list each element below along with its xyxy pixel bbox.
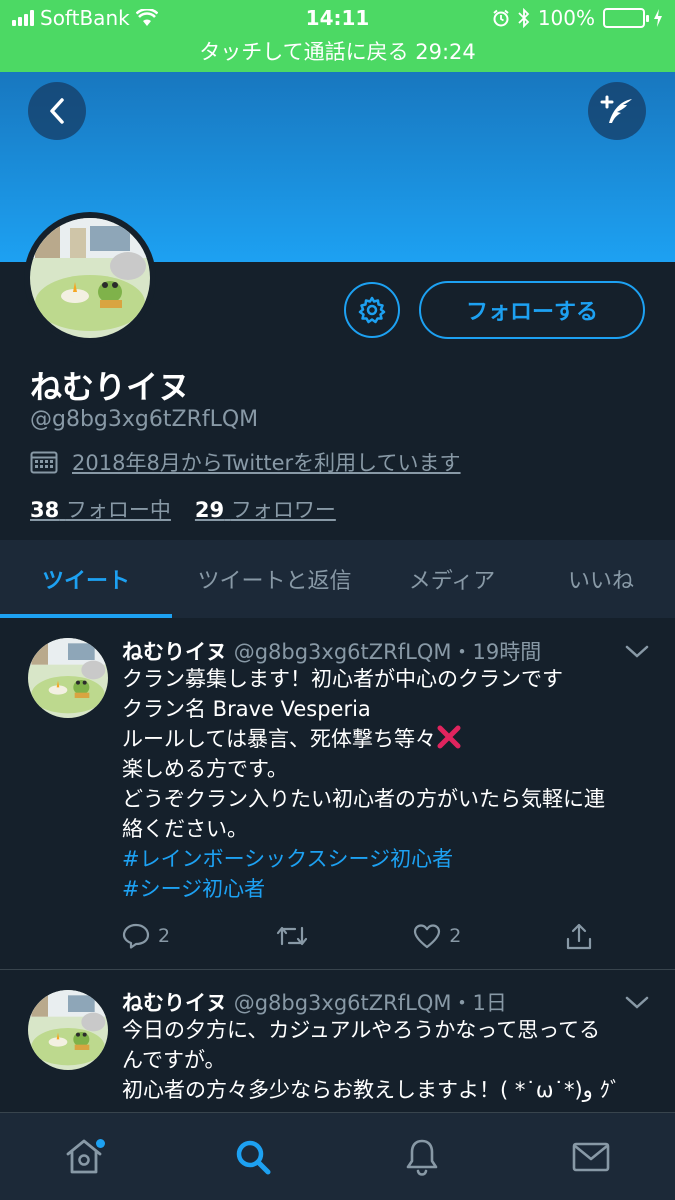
charging-icon [654, 9, 662, 27]
tab-media[interactable]: メディア [377, 540, 527, 618]
tweet-avatar[interactable] [28, 990, 108, 1070]
avatar-image [30, 218, 150, 338]
profile-tabs: ツイート ツイートと返信 メディア いいね [0, 540, 675, 618]
compose-feather-icon [600, 95, 632, 123]
bluetooth-icon [518, 8, 530, 28]
tweet[interactable]: ねむりイヌ @g8bg3xg6tZRfLQM・19時間 クラン募集します！初心者… [0, 618, 675, 970]
following-link[interactable]: 38 フォロー中 [30, 494, 171, 524]
bell-icon [406, 1139, 438, 1176]
status-right: 100% [492, 6, 663, 30]
tweet-actions: 2 2 [122, 922, 592, 950]
cross-mark-icon [437, 725, 461, 749]
search-icon [236, 1140, 271, 1174]
tweet-avatar[interactable] [28, 638, 108, 718]
tweet-line-text: ルールしては暴言、死体撃ち等々 [122, 727, 436, 751]
tweet-line: 楽しめる方です。 [122, 757, 288, 781]
follow-button[interactable]: フォローする [419, 281, 645, 339]
avatar[interactable] [30, 218, 150, 338]
join-date-text: 2018年8月からTwitterを利用しています [72, 451, 461, 475]
battery-percent: 100% [537, 6, 595, 30]
nav-messages[interactable] [506, 1113, 675, 1200]
tweet-meta: @g8bg3xg6tZRfLQM・19時間 [233, 640, 542, 664]
tweet-line: んですが。 [122, 1048, 226, 1072]
tweet-meta: @g8bg3xg6tZRfLQM・1日 [233, 991, 507, 1015]
tweet-line: クラン募集します！初心者が中心のクランです [122, 667, 563, 691]
followers-link[interactable]: 29 フォロワー [195, 494, 336, 524]
compose-tweet-button[interactable] [588, 82, 646, 140]
tab-likes[interactable]: いいね [527, 540, 675, 618]
join-date: 2018年8月からTwitterを利用しています [30, 447, 461, 477]
reply-count: 2 [158, 925, 171, 947]
share-button[interactable] [566, 922, 592, 950]
tweet[interactable]: ねむりイヌ @g8bg3xg6tZRfLQM・1日 今日の夕方に、カジュアルやろ… [0, 970, 675, 1112]
back-button[interactable] [28, 82, 86, 140]
retweet-button[interactable] [275, 924, 309, 948]
retweet-icon [276, 926, 307, 946]
like-count: 2 [449, 925, 462, 947]
tweet-line: 絡ください。 [122, 817, 248, 841]
follow-stats: 38 フォロー中 29 フォロワー [30, 494, 336, 524]
chevron-down-icon[interactable] [624, 995, 650, 1011]
gear-icon [358, 296, 386, 324]
tweet-author-name: ねむりイヌ [122, 640, 227, 664]
tweet-line: 初心者の方々多少ならお教えしますよ！( *˙ω˙*)و ｸﾞ [122, 1078, 621, 1102]
tab-tweets-and-replies[interactable]: ツイートと返信 [172, 540, 377, 618]
return-to-call-banner[interactable]: タッチして通話に戻る 29:24 [0, 36, 675, 72]
like-button[interactable]: 2 [413, 923, 461, 949]
mail-icon [572, 1142, 609, 1171]
tweet-text: 今日の夕方に、カジュアルやろうかなって思ってる んですが。 初心者の方々多少なら… [122, 1015, 652, 1105]
tweet-header: ねむりイヌ @g8bg3xg6tZRfLQM・1日 [122, 987, 507, 1017]
tweet-author-name: ねむりイヌ [122, 991, 227, 1015]
tweet-line: 今日の夕方に、カジュアルやろうかなって思ってる [122, 1018, 601, 1042]
calendar-icon [30, 451, 58, 474]
bottom-nav [0, 1112, 675, 1200]
notification-dot [96, 1139, 105, 1148]
status-bar: SoftBank 14:11 100% [0, 0, 675, 36]
tweet-line: クラン名 Brave Vesperia [122, 697, 371, 721]
followers-count: 29 [194, 498, 225, 522]
settings-button[interactable] [344, 282, 400, 338]
chevron-down-icon[interactable] [624, 644, 650, 660]
avatar-image [28, 990, 108, 1070]
tab-tweets[interactable]: ツイート [0, 540, 172, 618]
tweet-header: ねむりイヌ @g8bg3xg6tZRfLQM・19時間 [122, 636, 541, 666]
tweet-line: どうぞクラン入りたい初心者の方がいたら気軽に連 [122, 787, 605, 811]
avatar-image [28, 638, 108, 718]
following-label: フォロー中 [65, 498, 171, 522]
hashtag-link[interactable]: #レインボーシックスシージ初心者 [122, 844, 652, 874]
reply-icon [122, 923, 150, 949]
followers-label: フォロワー [230, 498, 336, 522]
share-icon [566, 923, 592, 950]
tweet-line: ルールしては暴言、死体撃ち等々 [122, 724, 652, 754]
display-name: ねむりイヌ [30, 368, 191, 406]
nav-home[interactable] [0, 1113, 169, 1200]
alarm-icon [493, 9, 509, 27]
tweet-text: クラン募集します！初心者が中心のクランです クラン名 Brave Vesperi… [122, 664, 652, 904]
nav-notifications[interactable] [338, 1113, 507, 1200]
nav-search[interactable] [169, 1113, 338, 1200]
battery-icon [603, 8, 649, 28]
heart-icon [414, 924, 441, 949]
following-count: 38 [30, 498, 60, 522]
user-handle: @g8bg3xg6tZRfLQM [30, 407, 259, 432]
hashtag-link[interactable]: #シージ初心者 [122, 874, 652, 904]
chevron-left-icon [50, 98, 64, 124]
reply-button[interactable]: 2 [122, 923, 170, 949]
